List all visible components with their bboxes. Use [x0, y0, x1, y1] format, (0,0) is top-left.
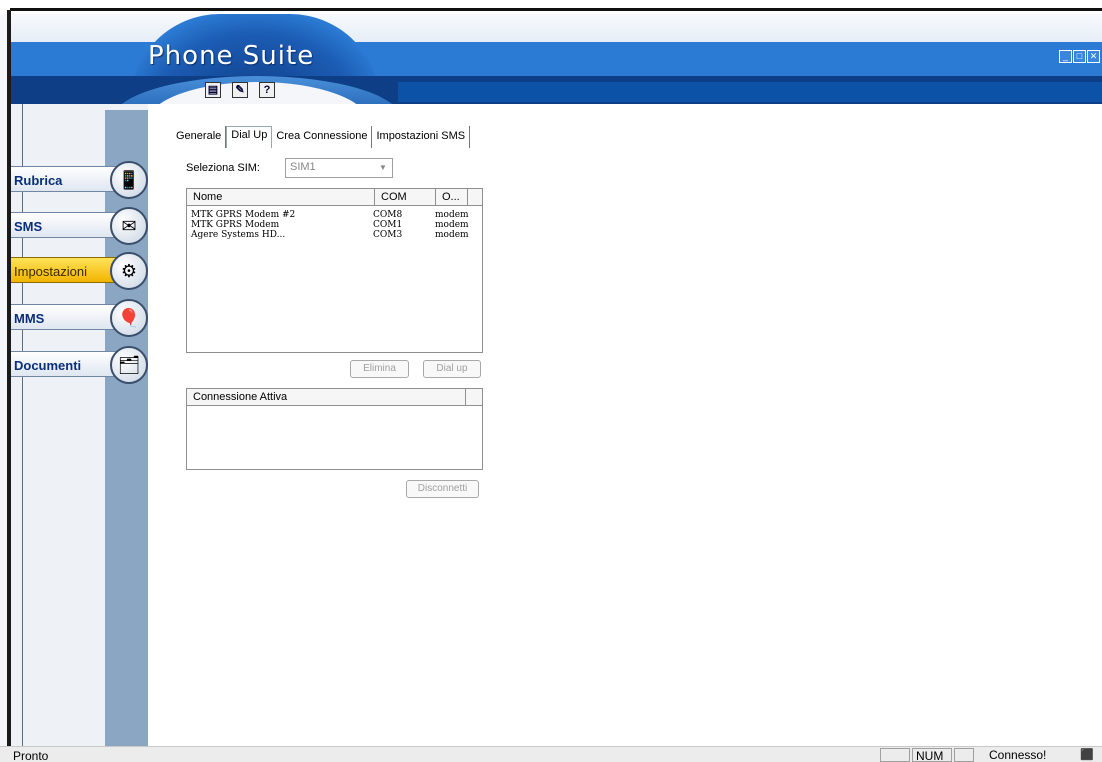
connection-icon: ⬛: [1080, 749, 1094, 761]
column-connessione-attiva[interactable]: Connessione Attiva: [187, 389, 466, 405]
sim-select[interactable]: SIM1 ▼: [285, 158, 393, 178]
modem-type: modem: [435, 210, 469, 220]
sim-label: Seleziona SIM:: [186, 162, 260, 174]
chevron-down-icon[interactable]: ▼: [376, 161, 390, 175]
folder-icon: 🗂: [110, 346, 148, 384]
modem-com: COM3: [373, 230, 403, 240]
settings-tabs: Generale Dial Up Crea Connessione Impost…: [172, 126, 471, 148]
disconnetti-button[interactable]: Disconnetti: [406, 480, 479, 498]
column-com[interactable]: COM: [375, 189, 436, 205]
toolbar-band-right: [398, 82, 1102, 102]
window-controls: _ □ ✕: [1059, 50, 1100, 63]
sidebar-item-documenti[interactable]: Documenti 🗂: [11, 346, 148, 384]
modem-com: COM1: [373, 220, 403, 230]
sidebar-item-label: SMS: [14, 219, 43, 234]
sidebar-item-mms[interactable]: MMS 🎈: [11, 299, 148, 337]
phone-icon: 📱: [110, 161, 148, 199]
sidebar-item-label: Rubrica: [14, 173, 63, 188]
status-connection: Connesso!: [989, 748, 1047, 762]
app-title: Phone Suite: [148, 41, 315, 71]
settings-icon: ⚙: [110, 252, 148, 290]
status-cell-caps: [880, 748, 910, 762]
modem-com: COM8: [373, 210, 403, 220]
tab-generale[interactable]: Generale: [172, 126, 227, 148]
modem-name: MTK GPRS Modem #2: [191, 210, 296, 220]
dial-up-button[interactable]: Dial up: [423, 360, 481, 378]
status-bar: Pronto NUM Connesso! ⬛: [0, 746, 1102, 762]
sidebar-item-label: Impostazioni: [14, 264, 87, 279]
help-icon[interactable]: ?: [259, 82, 275, 98]
sidebar-item-rubrica[interactable]: Rubrica 📱: [11, 161, 148, 199]
maximize-icon[interactable]: □: [1073, 50, 1086, 63]
modem-name: Agere Systems HD...: [191, 230, 286, 240]
status-cell-scroll: [954, 748, 974, 762]
sim-select-value: SIM1: [290, 161, 316, 173]
column-other[interactable]: O...: [436, 189, 468, 205]
tab-impostazioni-sms[interactable]: Impostazioni SMS: [372, 126, 471, 148]
column-nome[interactable]: Nome: [187, 189, 375, 205]
save-icon[interactable]: ▤: [205, 82, 221, 98]
balloon-icon: 🎈: [110, 299, 148, 337]
close-icon[interactable]: ✕: [1087, 50, 1100, 63]
sidebar-divider: [22, 104, 23, 746]
modem-list-header: Nome COM O...: [187, 189, 482, 206]
sidebar-item-label: MMS: [14, 311, 45, 326]
edit-icon[interactable]: ✎: [232, 82, 248, 98]
active-connection-list[interactable]: Connessione Attiva: [186, 388, 483, 470]
modem-type: modem: [435, 220, 469, 230]
sidebar-stripe: [105, 110, 148, 746]
minimize-icon[interactable]: _: [1059, 50, 1072, 63]
phone-suite-window: Phone Suite _ □ ✕ ▤ ✎ ? Rubrica 📱 SMS ✉ …: [0, 0, 1102, 762]
active-connection-header: Connessione Attiva: [187, 389, 482, 406]
tab-crea-connessione[interactable]: Crea Connessione: [272, 126, 373, 148]
sidebar-item-impostazioni[interactable]: Impostazioni ⚙: [11, 252, 148, 290]
sidebar-item-label: Documenti: [14, 358, 82, 373]
modem-name: MTK GPRS Modem: [191, 220, 280, 230]
status-text: Pronto: [13, 749, 49, 762]
top-edge: [0, 0, 1102, 14]
modem-type: modem: [435, 230, 469, 240]
tab-dial-up[interactable]: Dial Up: [226, 126, 273, 148]
elimina-button[interactable]: Elimina: [350, 360, 409, 378]
envelope-icon: ✉: [110, 207, 148, 245]
sidebar-item-sms[interactable]: SMS ✉: [11, 207, 148, 245]
modem-list[interactable]: Nome COM O... MTK GPRS Modem #2 COM8 mod…: [186, 188, 483, 353]
status-num: NUM: [912, 748, 952, 762]
